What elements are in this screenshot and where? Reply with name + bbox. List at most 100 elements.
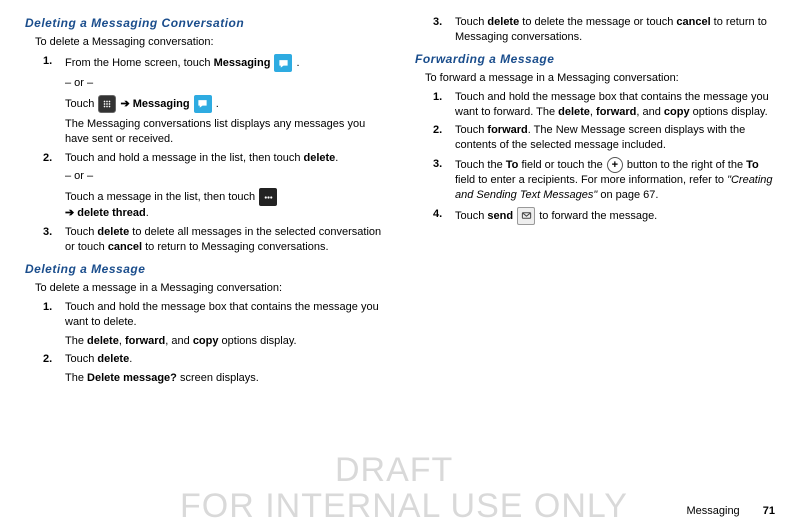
- step-number: 2.: [43, 151, 52, 166]
- bold-text: copy: [664, 106, 690, 118]
- arrow: ➔: [117, 98, 132, 110]
- bold-text: Messaging: [133, 98, 190, 110]
- steps-list: 1. Touch and hold the message box that c…: [43, 300, 385, 386]
- text: on page 67.: [597, 189, 658, 201]
- text: .: [129, 353, 132, 365]
- footer-page-number: 71: [763, 505, 775, 517]
- intro-text: To delete a message in a Messaging conve…: [35, 281, 385, 296]
- bold-text: cancel: [108, 241, 142, 253]
- messaging-icon: [194, 95, 212, 113]
- text: From the Home screen, touch: [65, 57, 214, 69]
- add-contact-icon: +: [607, 157, 623, 173]
- bold-text: copy: [193, 335, 219, 347]
- text: Touch: [455, 210, 487, 222]
- result-text: The delete, forward, and copy options di…: [65, 334, 385, 349]
- step-3: 3. Touch delete to delete all messages i…: [43, 225, 385, 255]
- text: The: [65, 372, 87, 384]
- text: Touch: [65, 98, 97, 110]
- step-number: 1.: [433, 90, 442, 105]
- text: to delete the message or touch: [519, 16, 676, 28]
- text: Touch: [455, 124, 487, 136]
- text: .: [335, 152, 338, 164]
- footer-section: Messaging: [686, 505, 739, 517]
- text: button to the right of the: [624, 159, 746, 171]
- step-3: 3. Touch the To field or touch the + but…: [433, 157, 775, 203]
- step-4: 4. Touch send to forward the message.: [433, 207, 775, 225]
- or-separator: – or –: [65, 169, 385, 184]
- result-text: The Messaging conversations list display…: [65, 117, 385, 147]
- text: Touch: [65, 353, 97, 365]
- intro-text: To forward a message in a Messaging conv…: [425, 71, 775, 86]
- text: , and: [165, 335, 193, 347]
- text: to return to Messaging conversations.: [142, 241, 328, 253]
- text: Touch a message in the list, then touch: [65, 191, 258, 203]
- step-1: 1. Touch and hold the message box that c…: [43, 300, 385, 349]
- menu-icon: [259, 188, 277, 206]
- step-number: 1.: [43, 300, 52, 315]
- send-icon: [517, 207, 535, 225]
- watermark-draft: DRAFT: [335, 448, 453, 494]
- bold-text: delete: [97, 353, 129, 365]
- bold-text: cancel: [676, 16, 710, 28]
- bold-text: Messaging: [214, 57, 271, 69]
- intro-text: To delete a Messaging conversation:: [35, 35, 385, 50]
- step-1: 1. From the Home screen, touch Messaging…: [43, 54, 385, 147]
- bold-text: delete: [97, 226, 129, 238]
- text: The: [65, 335, 87, 347]
- step-number: 3.: [433, 157, 442, 172]
- text: options display.: [690, 106, 768, 118]
- text: Touch: [65, 226, 97, 238]
- heading-forwarding-message: Forwarding a Message: [415, 51, 775, 67]
- result-text: The Delete message? screen displays.: [65, 371, 385, 386]
- step-2: 2. Touch and hold a message in the list,…: [43, 151, 385, 222]
- step-1: 1. Touch and hold the message box that c…: [433, 90, 775, 120]
- bold-text: delete thread: [77, 207, 145, 219]
- bold-text: forward: [596, 106, 636, 118]
- bold-text: To: [506, 159, 519, 171]
- step-3: 3. Touch delete to delete the message or…: [433, 15, 775, 45]
- bold-text: forward: [487, 124, 527, 136]
- step-number: 2.: [43, 352, 52, 367]
- heading-deleting-message: Deleting a Message: [25, 261, 385, 277]
- left-column: Deleting a Messaging Conversation To del…: [25, 15, 385, 390]
- text: screen displays.: [177, 372, 259, 384]
- step-number: 2.: [433, 123, 442, 138]
- heading-deleting-conversation: Deleting a Messaging Conversation: [25, 15, 385, 31]
- steps-list: 1. From the Home screen, touch Messaging…: [43, 54, 385, 255]
- alt-line: Touch a message in the list, then touch …: [65, 188, 385, 221]
- right-column: 3. Touch delete to delete the message or…: [415, 15, 775, 390]
- bold-text: delete: [487, 16, 519, 28]
- steps-list: 1. Touch and hold the message box that c…: [433, 90, 775, 225]
- bold-text: delete: [87, 335, 119, 347]
- step-number: 1.: [43, 54, 52, 69]
- text: options display.: [219, 335, 297, 347]
- messaging-icon: [274, 54, 292, 72]
- bold-text: delete: [304, 152, 336, 164]
- step-2: 2. Touch forward. The New Message screen…: [433, 123, 775, 153]
- text: Touch and hold the message box that cont…: [65, 301, 379, 328]
- bold-text: To: [746, 159, 759, 171]
- page-footer: Messaging 71: [686, 504, 775, 519]
- text: field or touch the: [518, 159, 605, 171]
- bold-text: Delete message?: [87, 372, 177, 384]
- two-column-layout: Deleting a Messaging Conversation To del…: [25, 15, 775, 390]
- apps-icon: [98, 95, 116, 113]
- text: to forward the message.: [539, 210, 657, 222]
- bold-text: send: [487, 210, 513, 222]
- text: Touch: [455, 16, 487, 28]
- text: field to enter a recipients. For more in…: [455, 174, 727, 186]
- or-separator: – or –: [65, 76, 385, 91]
- step-2: 2. Touch delete. The Delete message? scr…: [43, 352, 385, 386]
- step-number: 3.: [433, 15, 442, 30]
- text: Touch the: [455, 159, 506, 171]
- watermark-internal: FOR INTERNAL USE ONLY: [180, 484, 628, 530]
- arrow: ➔: [65, 207, 77, 219]
- step-number: 4.: [433, 207, 442, 222]
- text: Touch and hold a message in the list, th…: [65, 152, 304, 164]
- text: .: [146, 207, 149, 219]
- alt-line: Touch ➔ Messaging .: [65, 95, 385, 113]
- text: .: [213, 98, 219, 110]
- text: , and: [636, 106, 664, 118]
- bold-text: delete: [558, 106, 590, 118]
- steps-list-continued: 3. Touch delete to delete the message or…: [433, 15, 775, 45]
